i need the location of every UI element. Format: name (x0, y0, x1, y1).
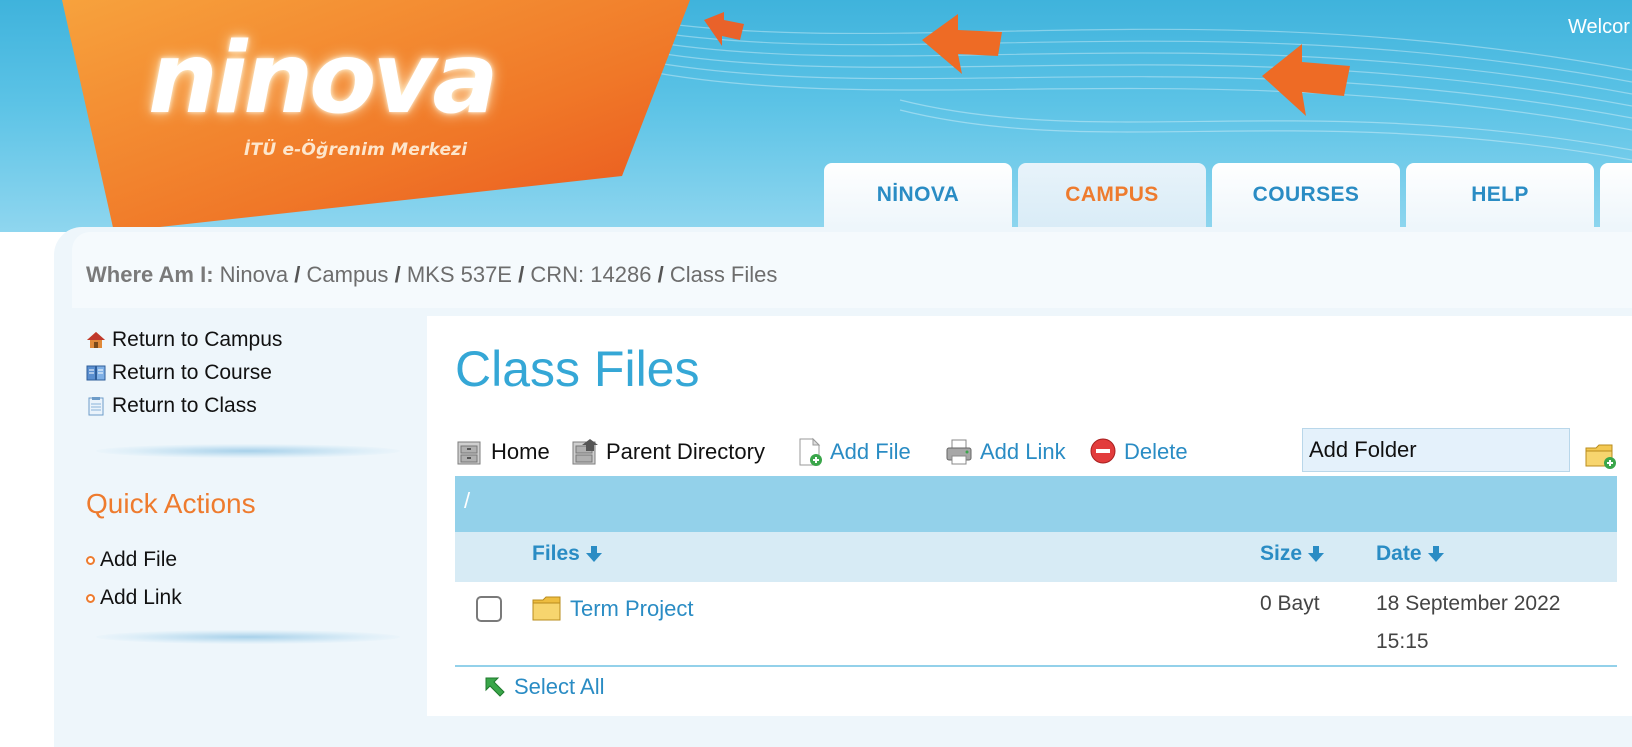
delete-button[interactable]: Delete (1088, 437, 1188, 467)
toolbar-home-label: Home (491, 439, 550, 464)
select-all-label: Select All (514, 674, 605, 699)
sidebar-link-label: Return to Class (112, 394, 257, 417)
tab-ninova[interactable]: NİNOVA (824, 163, 1012, 227)
delete-icon (1090, 438, 1116, 464)
add-folder-input[interactable] (1302, 428, 1570, 472)
file-time: 15:15 (1376, 630, 1429, 653)
cabinet-icon (457, 441, 481, 465)
breadcrumb-item-campus[interactable]: Campus (307, 262, 389, 287)
toolbar-parent-directory-label: Parent Directory (606, 439, 765, 464)
sort-down-icon (1427, 546, 1444, 562)
add-file-button[interactable]: Add File (796, 437, 911, 467)
sort-down-icon (1308, 546, 1325, 562)
home-button[interactable]: Home (455, 437, 550, 467)
site-logo[interactable]: ninova (148, 22, 498, 136)
folder-icon (532, 596, 561, 621)
sidebar-return-to-class[interactable]: Return to Class (86, 394, 257, 418)
bullet-icon (86, 593, 95, 603)
arrow-decoration (922, 14, 1002, 74)
toolbar-delete-label: Delete (1124, 439, 1188, 464)
breadcrumb-item-course[interactable]: MKS 537E (407, 262, 512, 287)
tab-help[interactable]: HELP (1406, 163, 1594, 227)
quick-action-add-link[interactable]: Add Link (86, 586, 182, 610)
sidebar-return-to-campus[interactable]: Return to Campus (86, 328, 282, 352)
file-row-term-project[interactable]: Term Project (532, 596, 693, 622)
printer-link-icon (946, 439, 972, 465)
tab-courses[interactable]: COURSES (1212, 163, 1400, 227)
column-header-files[interactable]: Files (532, 542, 602, 566)
column-header-size[interactable]: Size (1260, 542, 1325, 566)
file-date: 18 September 2022 (1376, 592, 1561, 615)
column-date-label: Date (1376, 542, 1422, 565)
sidebar-return-to-course[interactable]: Return to Course (86, 361, 272, 385)
breadcrumb-separator: / (657, 262, 664, 287)
path-bar (455, 476, 1617, 532)
breadcrumb-separator: / (518, 262, 525, 287)
row-divider (455, 665, 1617, 667)
quick-action-label: Add File (100, 548, 178, 571)
add-folder-icon[interactable] (1584, 442, 1618, 470)
tab-campus[interactable]: CAMPUS (1018, 163, 1206, 227)
breadcrumb-item-current: Class Files (669, 262, 778, 287)
parent-directory-button[interactable]: Parent Directory (570, 437, 765, 467)
file-name: Term Project (570, 596, 694, 621)
notepad-icon (88, 397, 104, 416)
arrow-decoration (1262, 44, 1350, 116)
sort-down-icon (585, 546, 602, 562)
select-all-button[interactable]: Select All (484, 674, 605, 700)
toolbar-add-link-label: Add Link (980, 439, 1066, 464)
breadcrumb-separator: / (394, 262, 401, 287)
breadcrumb-label: Where Am I: (86, 262, 214, 287)
bullet-icon (86, 555, 95, 565)
arrow-decoration (704, 12, 744, 46)
toolbar-add-file-label: Add File (830, 439, 911, 464)
breadcrumb-item-crn[interactable]: CRN: 14286 (530, 262, 651, 287)
column-size-label: Size (1260, 542, 1303, 565)
quick-action-add-file[interactable]: Add File (86, 548, 177, 572)
house-icon (87, 332, 105, 348)
book-icon (86, 365, 106, 381)
quick-actions-title: Quick Actions (86, 488, 256, 519)
folder-up-icon (572, 439, 598, 465)
file-size: 0 Bayt (1260, 592, 1320, 615)
breadcrumb-separator: / (294, 262, 301, 287)
sidebar-divider (96, 444, 400, 458)
sidebar-divider (96, 630, 400, 644)
column-header-date[interactable]: Date (1376, 542, 1444, 566)
add-file-icon (799, 437, 822, 466)
column-files-label: Files (532, 542, 580, 565)
logo-subtitle: İTÜ e-Öğrenim Merkezi (244, 140, 468, 160)
quick-action-label: Add Link (100, 586, 182, 609)
select-arrow-icon (485, 677, 505, 697)
breadcrumb-item-ninova[interactable]: Ninova (220, 262, 288, 287)
sidebar-link-label: Return to Campus (112, 328, 283, 351)
page-title: Class Files (455, 341, 700, 397)
current-path: / (464, 488, 471, 513)
add-link-button[interactable]: Add Link (944, 437, 1066, 467)
breadcrumb: Where Am I: Ninova / Campus / MKS 537E /… (86, 262, 777, 288)
tab-overflow[interactable] (1600, 163, 1632, 227)
sidebar-link-label: Return to Course (112, 361, 272, 384)
row-select-checkbox[interactable] (476, 596, 502, 622)
welcome-text: Welcor (1568, 16, 1630, 38)
